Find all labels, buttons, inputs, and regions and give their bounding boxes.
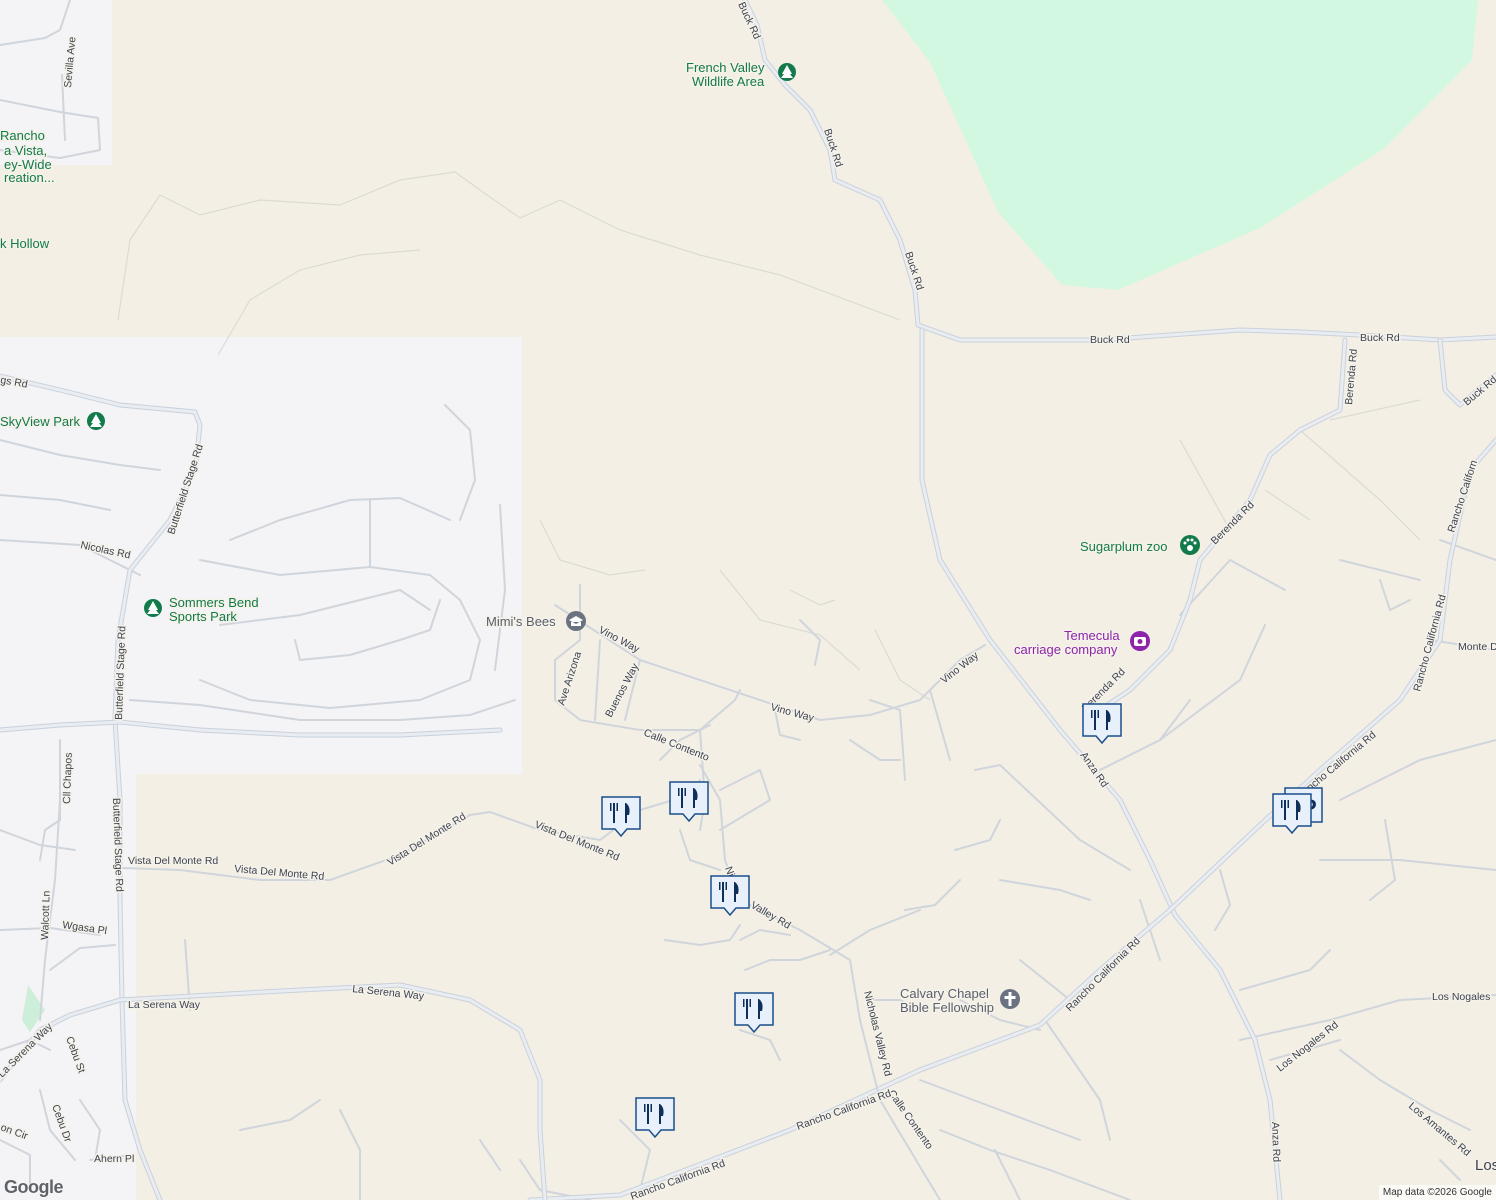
road-label-la-serena-way: La Serena Way [128, 999, 201, 1011]
poi-label-hollow[interactable]: k Hollow [0, 235, 51, 253]
road-label-walcott-ln: Walcott Ln [39, 890, 53, 940]
poi-label-rancho: reation... [4, 170, 55, 185]
road-label-los: Los [1475, 1157, 1496, 1174]
road-label-monte-de: Monte De [1458, 641, 1496, 653]
poi-label-wildlife-area: Wildlife Area [692, 74, 765, 89]
road-label-buck-rd: Buck Rd [1090, 334, 1130, 346]
poi-label-rancho: Rancho [0, 128, 45, 143]
road-label-anza-rd: Anza Rd [1269, 1122, 1282, 1163]
poi-label-temecula: Temecula [1064, 628, 1120, 643]
map-attribution[interactable]: Map data ©2026 Google [1378, 1185, 1496, 1200]
poi-label-skyview: SkyView Park [0, 414, 80, 429]
road-label-ahern-pl: Ahern Pl [94, 1153, 134, 1165]
poi-label-sugarplum-zoo: Sugarplum zoo [1080, 539, 1167, 554]
poi-label-sports-park: Sports Park [169, 609, 237, 624]
poi-label-mimis-bees: Mimi's Bees [486, 614, 556, 629]
google-logo[interactable]: Google [4, 1177, 64, 1198]
poi-label-french-valley: French Valley [686, 60, 765, 75]
poi-label-carriage-company: carriage company [1014, 642, 1118, 657]
road-label-los-nogales: Los Nogales [1432, 991, 1490, 1003]
poi-label-bible-fellowship: Bible Fellowship [900, 1000, 994, 1015]
camera-lens [1137, 639, 1143, 644]
poi-label-rancho: a Vista, [4, 143, 47, 158]
road-label-buck-rd: Buck Rd [1360, 332, 1400, 344]
road-label-cll-chapos: Cll Chapos [61, 752, 75, 804]
poi-mimis-bees[interactable]: Mimi's Bees [485, 611, 586, 631]
road-label-vista-del-monte: Vista Del Monte Rd [128, 855, 218, 867]
poi-label-sommers-bend: Sommers Bend [169, 595, 259, 610]
map-canvas[interactable]: Buck Rd Buck Rd Buck Rd Buck Rd Buck Rd … [0, 0, 1496, 1200]
poi-label-calvary-chapel: Calvary Chapel [900, 986, 989, 1001]
